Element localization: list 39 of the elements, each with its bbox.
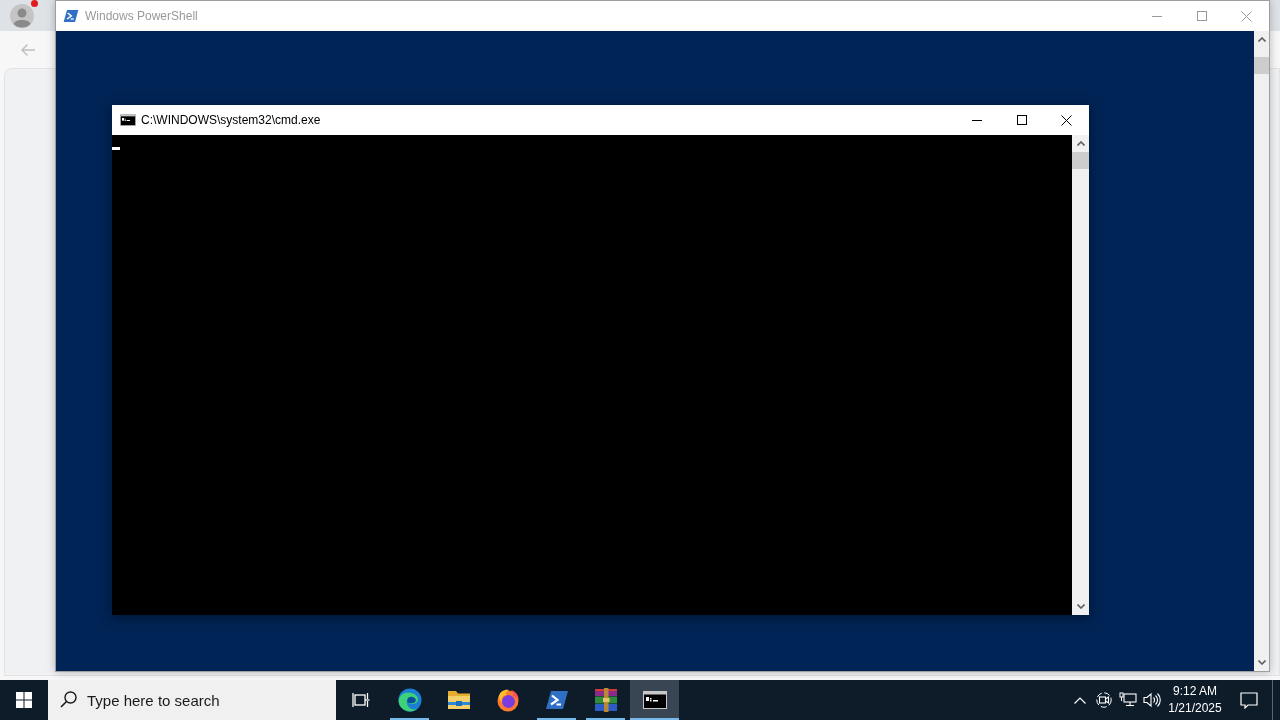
terminal-prompt-icon <box>544 688 569 712</box>
folder-icon <box>446 689 471 711</box>
clock-time: 9:12 AM <box>1173 683 1217 700</box>
console-window-icon <box>120 114 136 126</box>
maximize-icon <box>1196 11 1207 21</box>
task-view-icon <box>351 692 370 708</box>
clock-date: 1/21/2025 <box>1168 700 1222 717</box>
windows-logo-icon <box>16 692 32 708</box>
text-cursor <box>112 147 120 150</box>
scroll-down-icon[interactable] <box>1076 604 1085 609</box>
speaker-icon <box>1143 692 1161 708</box>
fox-globe-icon <box>495 688 520 712</box>
network-icon <box>1119 692 1137 708</box>
speech-bubble-icon <box>1240 691 1258 709</box>
search-field[interactable]: Type here to search <box>48 680 336 720</box>
minimize-icon <box>971 119 982 121</box>
scrollbar[interactable] <box>1072 135 1089 615</box>
window-title: Windows PowerShell <box>85 8 198 25</box>
taskbar-app-button[interactable] <box>630 680 679 720</box>
maximize-icon <box>1016 115 1027 125</box>
scroll-down-icon[interactable] <box>1257 660 1266 665</box>
terminal-prompt-icon <box>63 8 79 24</box>
camera-ring-icon <box>1096 692 1112 708</box>
scrollbar[interactable] <box>1254 31 1269 671</box>
back-arrow-icon <box>20 42 36 57</box>
chevron-up-icon <box>1074 696 1086 704</box>
scroll-up-icon[interactable] <box>1257 37 1266 42</box>
window-title: C:\WINDOWS\system32\cmd.exe <box>141 112 321 129</box>
search-icon <box>60 691 77 708</box>
profile-avatar-icon[interactable] <box>10 3 34 28</box>
archive-books-icon <box>593 688 618 712</box>
minimize-icon <box>1151 15 1162 17</box>
scrollbar-thumb[interactable] <box>1254 57 1269 74</box>
console-window-icon <box>642 691 667 709</box>
browser-swirl-icon <box>397 688 422 712</box>
close-icon <box>1061 114 1072 126</box>
close-icon <box>1241 10 1252 22</box>
scrollbar-thumb[interactable] <box>1072 152 1089 169</box>
scroll-up-icon[interactable] <box>1076 141 1085 146</box>
